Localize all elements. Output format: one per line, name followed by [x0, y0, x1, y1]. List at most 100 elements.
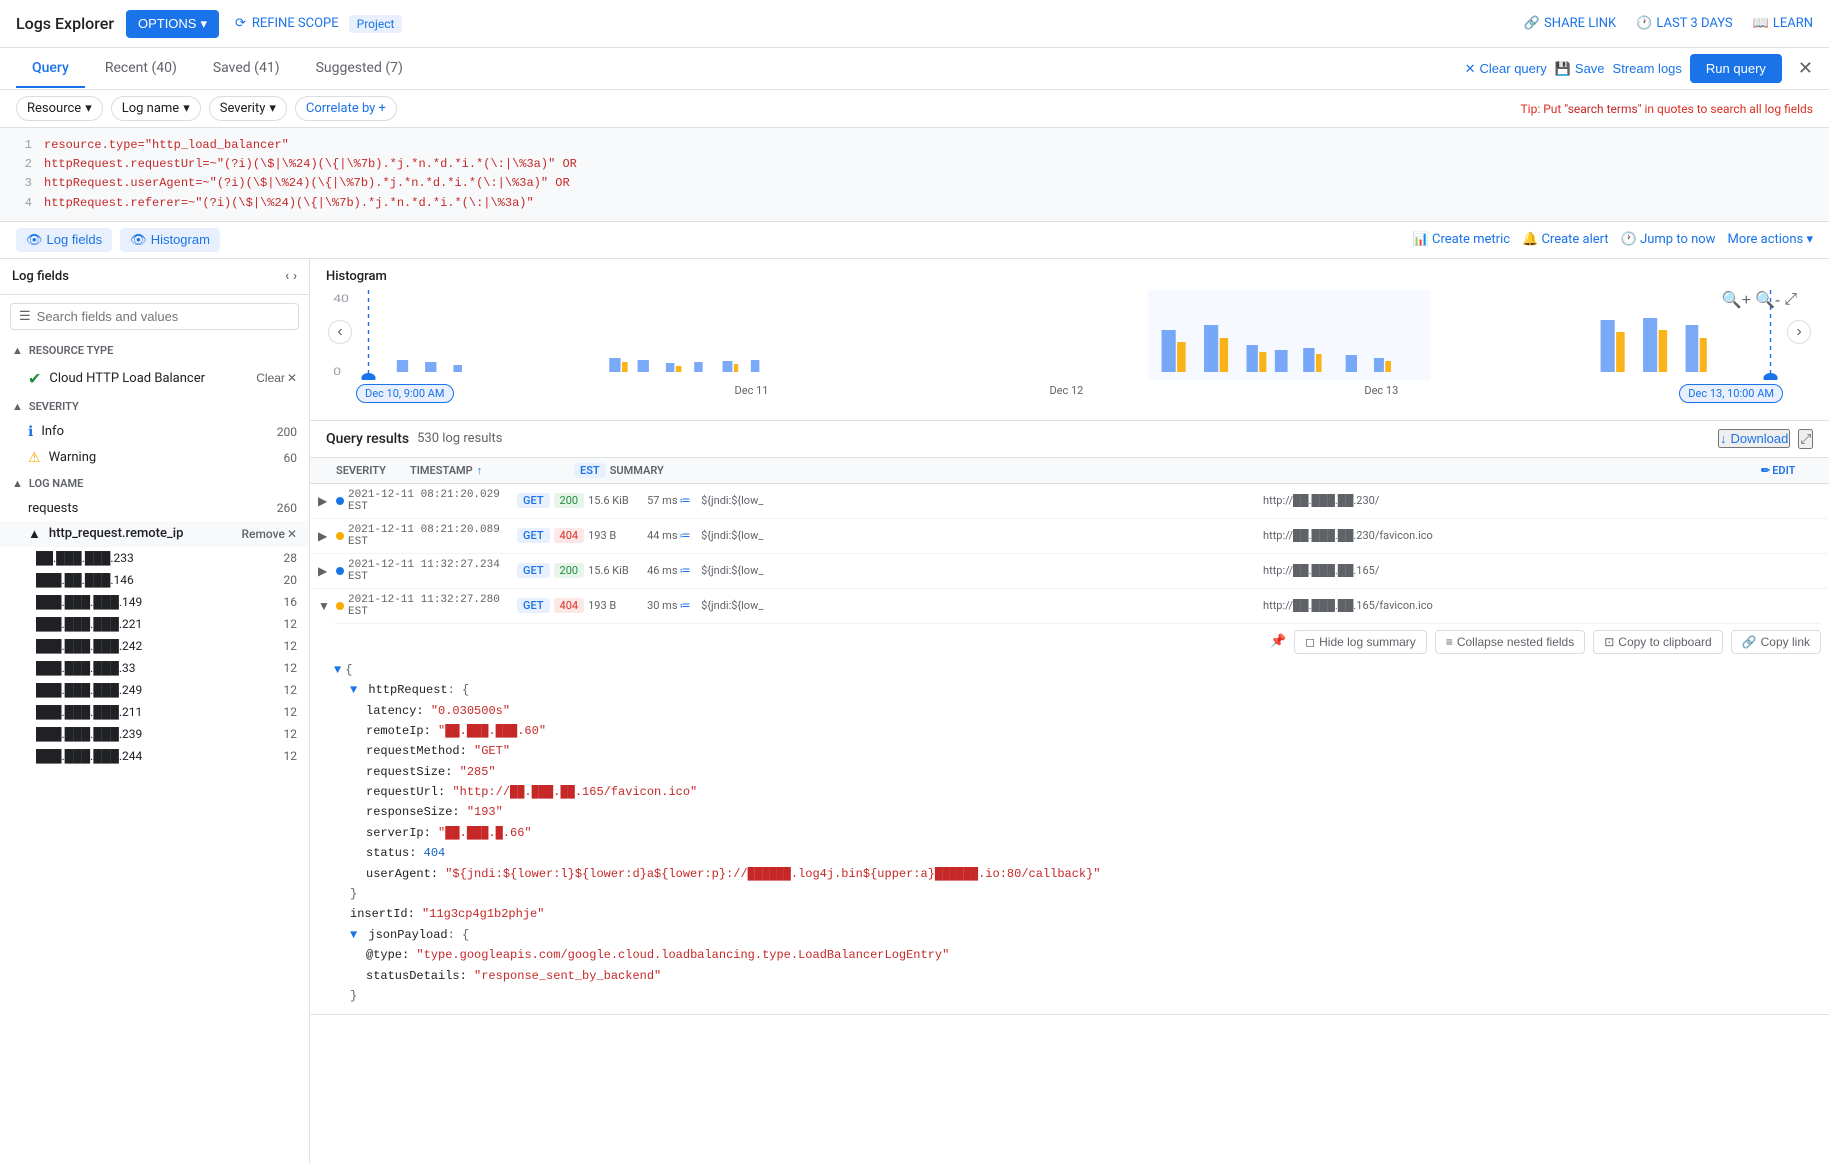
tab-recent[interactable]: Recent (40) — [89, 50, 193, 88]
view-toggle-bar: 👁 Log fields 👁 Histogram 📊 Create metric… — [0, 222, 1829, 259]
hide-log-summary-button[interactable]: ◻ Hide log summary — [1294, 630, 1427, 654]
close-icon[interactable]: ✕ — [1798, 58, 1813, 79]
ip-list-item[interactable]: ███.███.███.22112 — [0, 613, 309, 635]
expand-arrow[interactable]: ▼ — [318, 599, 332, 613]
clear-query-button[interactable]: ✕ Clear query — [1465, 61, 1547, 77]
more-actions-button[interactable]: More actions ▾ — [1727, 232, 1813, 247]
time-labels: Dec 10, 9:00 AM Dec 11 Dec 12 Dec 13 Dec… — [326, 384, 1813, 403]
json-http-close: } — [334, 884, 1821, 904]
row-method: GET — [517, 563, 550, 578]
json-serverip: serverIp: "██.███.█.66" — [334, 823, 1821, 843]
correlate-by-chip[interactable]: Correlate by + — [295, 96, 397, 121]
severity-warning-item[interactable]: ⚠ Warning 60 — [0, 445, 309, 471]
search-box[interactable]: ☰ — [10, 303, 299, 330]
options-button[interactable]: OPTIONS ▾ — [126, 10, 219, 38]
json-requesturl: requestUrl: "http://██.███.██.165/favico… — [334, 782, 1821, 802]
severity-section-header[interactable]: ▲ SEVERITY — [0, 394, 309, 419]
remove-field-button[interactable]: Remove ✕ — [241, 527, 297, 541]
expand-results-button[interactable]: ⤢ — [1798, 429, 1813, 449]
last-3-days-button[interactable]: 🕐 LAST 3 DAYS — [1636, 16, 1732, 31]
severity-filter-chip[interactable]: Severity ▾ — [209, 96, 287, 121]
log-name-section-header[interactable]: ▲ LOG NAME — [0, 471, 309, 496]
tab-query[interactable]: Query — [16, 50, 85, 88]
zoom-out-button[interactable]: 🔍- — [1755, 290, 1780, 310]
log-name-filter-chip[interactable]: Log name ▾ — [111, 96, 201, 121]
refine-scope-button[interactable]: ⟳ REFINE SCOPE Project — [235, 15, 402, 33]
log-name-requests-item[interactable]: requests 260 — [0, 496, 309, 521]
clear-resource-button[interactable]: Clear ✕ — [256, 371, 297, 385]
expand-arrow[interactable]: ▶ — [318, 529, 332, 543]
panel-nav-left[interactable]: ‹ — [285, 269, 289, 284]
ip-list-item[interactable]: ██.███.███.23328 — [0, 547, 309, 569]
expand-arrow[interactable]: ▶ — [318, 564, 332, 578]
collapse-nested-fields-button[interactable]: ≡ Collapse nested fields — [1435, 630, 1585, 654]
expand-arrow[interactable]: ▶ — [318, 494, 332, 508]
col-header-est[interactable]: EST — [574, 464, 606, 477]
copy-to-clipboard-button[interactable]: ⊡ Copy to clipboard — [1593, 630, 1722, 654]
tab-saved[interactable]: Saved (41) — [197, 50, 296, 88]
table-row[interactable]: ▶ 2021-12-11 11:32:27.234 EST GET 200 15… — [310, 554, 1829, 589]
stream-logs-button[interactable]: Stream logs — [1613, 61, 1682, 76]
resource-filter-chip[interactable]: Resource ▾ — [16, 96, 103, 121]
download-button[interactable]: ↓ Download — [1718, 429, 1790, 448]
tab-suggested[interactable]: Suggested (7) — [300, 50, 419, 88]
resource-type-section-header[interactable]: ▲ RESOURCE TYPE — [0, 338, 309, 363]
warning-count: 60 — [284, 451, 298, 465]
ip-list-item[interactable]: ███.███.███.21112 — [0, 701, 309, 723]
requests-count: 260 — [277, 501, 297, 515]
sort-icon: ↑ — [477, 464, 483, 477]
learn-button[interactable]: 📖 LEARN — [1753, 16, 1813, 31]
row-method: GET — [517, 493, 550, 508]
row-timestamp: 2021-12-11 11:32:27.234 EST — [348, 559, 513, 583]
search-input[interactable] — [37, 309, 290, 324]
save-button[interactable]: 💾 Save — [1555, 61, 1605, 77]
create-alert-button[interactable]: 🔔 Create alert — [1522, 232, 1609, 247]
expand-chart-button[interactable]: ⤢ — [1784, 290, 1797, 310]
ip-list-item[interactable]: ███.███.███.24412 — [0, 745, 309, 767]
table-row[interactable]: ▶ 2021-12-11 08:21:20.089 EST GET 404 19… — [310, 519, 1829, 554]
json-requestsize: requestSize: "285" — [334, 762, 1821, 782]
results-count: 530 log results — [417, 431, 502, 446]
tip-text: Tip: Put "search terms" in quotes to sea… — [1521, 102, 1813, 116]
table-row[interactable]: ▶ 2021-12-11 08:21:20.029 EST GET 200 15… — [310, 484, 1829, 519]
json-insertid: insertId: "11g3cp4g1b2phje" — [334, 904, 1821, 924]
ip-list-item[interactable]: ███.███.███.24912 — [0, 679, 309, 701]
run-query-button[interactable]: Run query — [1690, 54, 1782, 83]
row-method: GET — [517, 528, 550, 543]
share-link-button[interactable]: 🔗 SHARE LINK — [1524, 16, 1616, 31]
bottom-section: Log fields ‹ › ☰ ▲ RESOURCE TYPE ✔ Cloud… — [0, 259, 1829, 1163]
histogram-section: Histogram 🔍+ 🔍- ⤢ 40 20 0 — [310, 259, 1829, 421]
table-header: SEVERITY TIMESTAMP ↑ EST SUMMARY ✏ EDIT — [310, 458, 1829, 484]
severity-dot — [336, 497, 344, 505]
table-row[interactable]: ▼ 2021-12-11 11:32:27.280 EST GET 404 19… — [310, 589, 1829, 623]
col-header-timestamp[interactable]: TIMESTAMP ↑ — [410, 464, 570, 477]
right-panel: Histogram 🔍+ 🔍- ⤢ 40 20 0 — [310, 259, 1829, 1163]
row-status: 404 — [554, 528, 585, 543]
ip-list-item[interactable]: ███.███.███.14916 — [0, 591, 309, 613]
histogram-toggle[interactable]: 👁 Histogram — [120, 228, 220, 252]
row-status: 200 — [554, 493, 585, 508]
ip-list-item[interactable]: ███.██.███.14620 — [0, 569, 309, 591]
create-metric-button[interactable]: 📊 Create metric — [1413, 232, 1510, 247]
est-badge[interactable]: EST — [574, 463, 606, 478]
chart-nav-left-button[interactable]: ‹ — [328, 320, 352, 344]
edit-badge[interactable]: ✏ EDIT — [1761, 464, 1821, 477]
end-time-badge: Dec 13, 10:00 AM — [1679, 384, 1783, 403]
query-editor[interactable]: 1 resource.type="http_load_balancer" 2 h… — [0, 128, 1829, 222]
log-detail: 📌 ◻ Hide log summary ≡ Collapse nested f… — [310, 623, 1829, 1016]
panel-nav-right[interactable]: › — [293, 269, 297, 284]
row-url: http://██.███.██.165/favicon.ico — [1263, 599, 1821, 612]
ip-list-item[interactable]: ███.███.███.3312 — [0, 657, 309, 679]
severity-info-item[interactable]: ℹ Info 200 — [0, 419, 309, 445]
zoom-in-button[interactable]: 🔍+ — [1722, 290, 1751, 310]
col-header-edit[interactable]: ✏ EDIT — [1761, 464, 1821, 477]
log-fields-toggle[interactable]: 👁 Log fields — [16, 228, 112, 252]
pin-icon: 📌 — [1270, 634, 1286, 649]
jump-to-now-button[interactable]: 🕐 Jump to now — [1621, 232, 1716, 247]
resource-type-item[interactable]: ✔ Cloud HTTP Load Balancer Clear ✕ — [0, 363, 309, 394]
chart-nav-right-button[interactable]: › — [1787, 320, 1811, 344]
copy-link-button[interactable]: 🔗 Copy link — [1731, 630, 1821, 654]
ip-list-item[interactable]: ███.███.███.24212 — [0, 635, 309, 657]
ip-list-item[interactable]: ███.███.███.23912 — [0, 723, 309, 745]
http-request-remote-ip-section[interactable]: ▲ http_request.remote_ip Remove ✕ — [0, 521, 309, 547]
